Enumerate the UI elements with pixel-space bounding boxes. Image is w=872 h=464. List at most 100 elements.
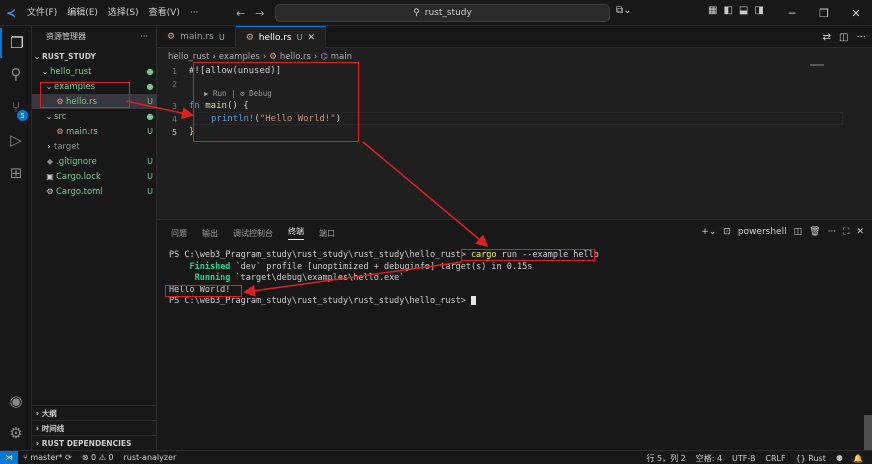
terminal-line: PS C:\web3_Pragram_study\rust_study\rust… — [169, 296, 859, 308]
back-arrow-icon[interactable]: ← — [236, 7, 245, 20]
terminal-line: Running `target\debug\examples\hello.exe… — [194, 273, 405, 283]
terminal-cursor — [470, 296, 476, 305]
annotation-box-examples — [40, 82, 130, 108]
tab-close-icon[interactable]: ✕ — [307, 33, 315, 43]
terminal-shell-name[interactable]: powershell — [738, 227, 787, 237]
breadcrumb-item[interactable]: hello_rust — [168, 52, 209, 62]
chevron-right-icon: › — [212, 51, 216, 62]
annotation-box-command — [461, 249, 595, 261]
git-file-icon: ◆ — [46, 157, 54, 166]
panel-tab-terminal[interactable]: 终端 — [288, 226, 304, 240]
chevron-right-icon: › — [262, 51, 267, 62]
close-panel-icon[interactable]: ✕ — [856, 227, 864, 237]
tree-file-main-rs[interactable]: ⚙ main.rs U — [32, 124, 157, 139]
timeline-section[interactable]: › 时间线 — [32, 420, 157, 435]
activity-bar: ❐ ⚲ ⑂ 5 ▷ ⊞ ◉ ⚙ — [0, 26, 32, 450]
compare-icon[interactable]: ⇄ — [823, 32, 831, 43]
line-ending[interactable]: CRLF — [760, 454, 790, 463]
restore-icon[interactable]: ❐ — [808, 0, 840, 26]
outline-section[interactable]: › 大纲 — [32, 405, 157, 420]
search-text: rust_study — [424, 8, 472, 18]
notifications-bell-icon[interactable]: 🔔 — [848, 454, 868, 463]
status-bar: ⋊ ⑂ master* ⟳ ⊗ 0 ⚠ 0 rust-analyzer 行 5，… — [0, 450, 872, 464]
tree-file-cargo-toml[interactable]: ⚙ Cargo.toml U — [32, 184, 157, 199]
vscode-logo-icon: ≺ — [5, 5, 17, 20]
menu-more[interactable]: ··· — [185, 0, 204, 26]
copilot-icon[interactable]: ⧉⌄ — [616, 5, 632, 16]
panel-more-icon[interactable]: ··· — [828, 227, 837, 237]
toggle-panel-icon[interactable]: ⬓ — [739, 5, 748, 16]
panel-tab-debug-console[interactable]: 调试控制台 — [233, 228, 273, 239]
panel-tab-output[interactable]: 输出 — [202, 228, 218, 239]
account-icon[interactable]: ◉ — [0, 386, 32, 416]
gear-file-icon: ⚙ — [46, 187, 54, 196]
project-root[interactable]: ⌄ RUST_STUDY — [32, 49, 157, 64]
explorer-more-button[interactable]: ··· — [140, 32, 148, 41]
layout-customize-icon[interactable]: ▦ — [708, 5, 717, 16]
search-icon[interactable]: ⚲ — [0, 59, 32, 89]
editor-more-icon[interactable]: ··· — [856, 32, 866, 43]
search-icon: ⚲ — [413, 8, 420, 18]
rust-analyzer-status[interactable]: rust-analyzer — [119, 453, 182, 462]
function-symbol-icon: ⌬ — [320, 51, 328, 62]
chevron-down-icon: ⌄ — [45, 112, 53, 121]
extensions-icon[interactable]: ⊞ — [0, 158, 32, 188]
annotation-box-output — [165, 285, 242, 297]
terminal-scrollbar[interactable] — [864, 415, 872, 451]
menu-file[interactable]: 文件(F) — [22, 0, 62, 26]
rust-file-icon: ⚙ — [167, 32, 176, 42]
rust-file-icon: ⚙ — [269, 51, 277, 62]
cursor-position[interactable]: 行 5，列 2 — [641, 453, 690, 464]
menu-edit[interactable]: 编辑(E) — [62, 0, 103, 26]
toggle-secondary-sidebar-icon[interactable]: ◨ — [754, 5, 763, 16]
new-terminal-icon[interactable]: +⌄ — [701, 227, 716, 237]
editor-tab-bar: ⚙ main.rs U ⚙ hello.rs U ✕ — [157, 26, 872, 48]
close-icon[interactable]: ✕ — [840, 0, 872, 26]
explorer-icon[interactable]: ❐ — [0, 28, 32, 58]
chevron-right-icon: › — [313, 51, 318, 62]
title-bar: ≺ 文件(F) 编辑(E) 选择(S) 查看(V) ··· ← → ⚲ rust… — [0, 0, 872, 26]
remote-icon[interactable]: ⋊ — [0, 450, 18, 464]
tree-folder-target[interactable]: › target — [32, 139, 157, 154]
menu-view[interactable]: 查看(V) — [144, 0, 185, 26]
kill-terminal-icon[interactable]: 🗑 — [809, 227, 820, 237]
settings-gear-icon[interactable]: ⚙ — [0, 418, 32, 448]
panel-tab-problems[interactable]: 问题 — [171, 228, 187, 239]
forward-arrow-icon[interactable]: → — [255, 7, 264, 20]
tree-folder-src[interactable]: ⌄ src ● — [32, 109, 157, 124]
breadcrumb-item[interactable]: examples — [219, 52, 260, 62]
command-center-search[interactable]: ⚲ rust_study — [275, 4, 610, 22]
tab-main-rs[interactable]: ⚙ main.rs U — [157, 26, 236, 48]
rust-file-icon: ⚙ — [245, 32, 254, 43]
panel-tab-ports[interactable]: 端口 — [319, 228, 335, 239]
tree-file-gitignore[interactable]: ◆ .gitignore U — [32, 154, 157, 169]
breadcrumb-item[interactable]: main — [331, 52, 352, 62]
copilot-status-icon[interactable]: ⚉ — [831, 454, 848, 463]
chevron-down-icon: ⌄ — [41, 67, 49, 76]
breadcrumb-item[interactable]: hello.rs — [280, 52, 311, 62]
split-editor-icon[interactable]: ◫ — [839, 32, 848, 43]
chevron-right-icon: › — [47, 142, 51, 151]
language-mode[interactable]: {} Rust — [791, 454, 831, 463]
tree-file-cargo-lock[interactable]: ▣ Cargo.lock U — [32, 169, 157, 184]
encoding[interactable]: UTF-8 — [727, 454, 760, 463]
tree-folder-hello-rust[interactable]: ⌄ hello_rust ● — [32, 64, 157, 79]
lock-file-icon: ▣ — [46, 172, 54, 181]
run-debug-icon[interactable]: ▷ — [0, 125, 32, 155]
split-terminal-icon[interactable]: ◫ — [794, 227, 803, 237]
rust-dependencies-section[interactable]: › RUST DEPENDENCIES — [32, 435, 157, 450]
branch-indicator[interactable]: ⑂ master* ⟳ — [18, 453, 77, 462]
rust-file-icon: ⚙ — [56, 127, 64, 136]
problems-indicator[interactable]: ⊗ 0 ⚠ 0 — [77, 453, 119, 462]
maximize-panel-icon[interactable]: ⛶ — [843, 227, 849, 237]
terminal-line: Finished `dev` profile [unoptimized + de… — [189, 261, 533, 272]
annotation-box-code — [193, 62, 359, 142]
minimap[interactable] — [810, 64, 824, 66]
minimize-icon[interactable]: ─ — [776, 0, 808, 26]
explorer-title: 资源管理器 — [46, 31, 86, 41]
menu-selection[interactable]: 选择(S) — [103, 0, 144, 26]
toggle-sidebar-icon[interactable]: ◧ — [723, 5, 732, 16]
indentation[interactable]: 空格: 4 — [691, 453, 727, 464]
tab-hello-rs[interactable]: ⚙ hello.rs U ✕ — [235, 26, 327, 48]
source-control-badge: 5 — [17, 110, 28, 121]
